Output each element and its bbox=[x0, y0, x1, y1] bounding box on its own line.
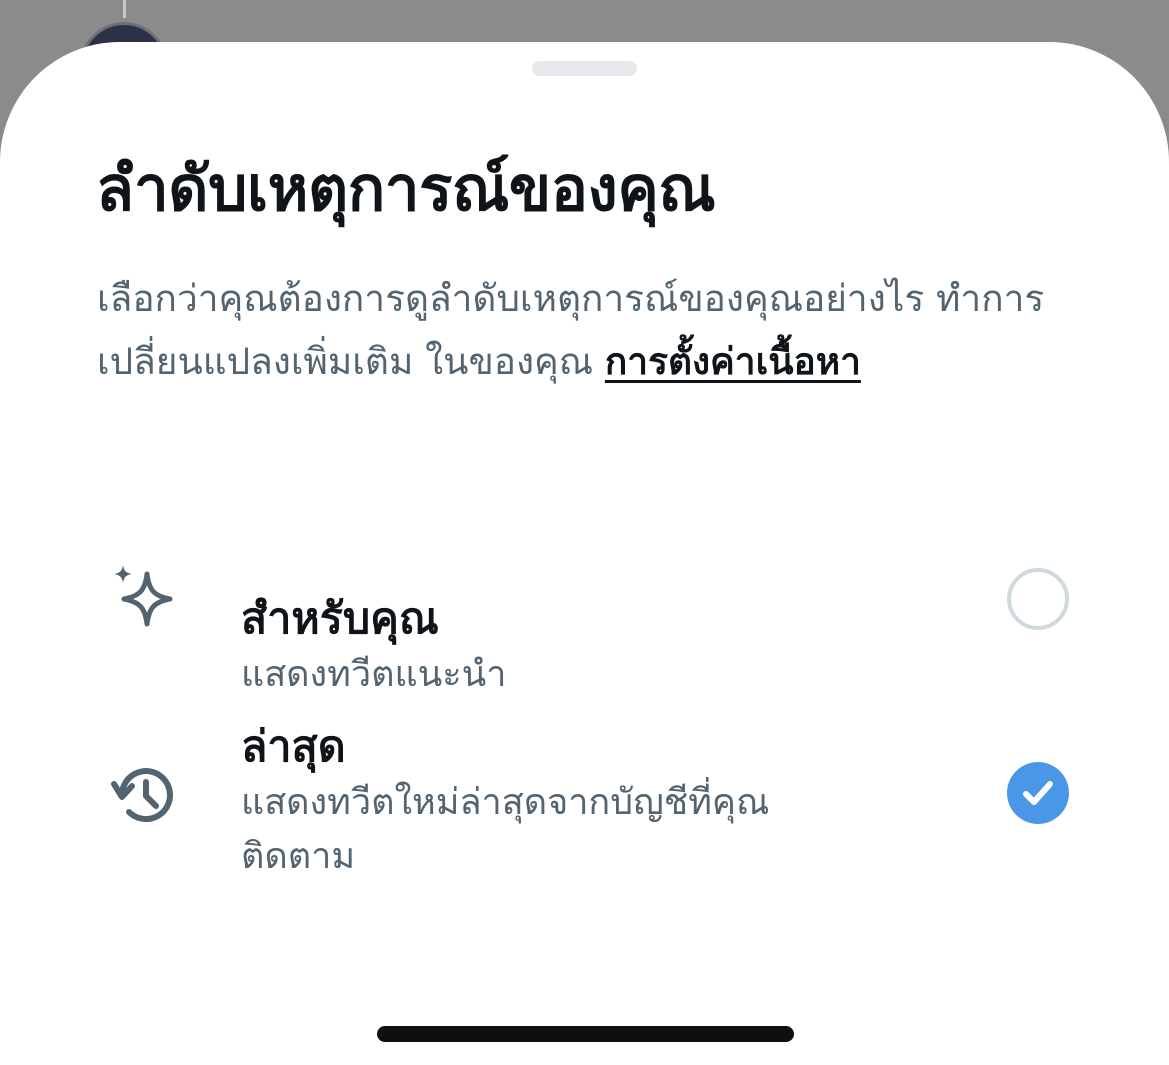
sparkle-icon bbox=[114, 565, 173, 627]
background-thread-line bbox=[123, 0, 126, 18]
option-for-you[interactable]: สำหรับคุณ แสดงทวีตแนะนำ bbox=[0, 542, 1169, 695]
description-text: เลือกว่าคุณต้องการดูลำดับเหตุการณ์ของคุณ… bbox=[97, 277, 1045, 383]
option-for-you-radio[interactable] bbox=[1007, 568, 1069, 630]
sheet-description: เลือกว่าคุณต้องการดูลำดับเหตุการณ์ของคุณ… bbox=[97, 267, 1057, 393]
sheet-title: ลำดับเหตุการณ์ของคุณ bbox=[96, 152, 716, 225]
content-settings-link[interactable]: การตั้งค่าเนื้อหา bbox=[605, 340, 861, 383]
option-for-you-subtitle: แสดงทวีตแนะนำ bbox=[241, 654, 507, 695]
option-latest-title: ล่าสุด bbox=[241, 722, 346, 772]
option-latest[interactable]: ล่าสุด แสดงทวีตใหม่ล่าสุดจากบัญชีที่คุณต… bbox=[0, 712, 1169, 892]
history-icon bbox=[111, 768, 173, 823]
home-indicator[interactable] bbox=[377, 1026, 794, 1042]
option-for-you-title: สำหรับคุณ bbox=[241, 594, 439, 644]
option-latest-radio[interactable] bbox=[1007, 762, 1069, 824]
timeline-bottom-sheet: ลำดับเหตุการณ์ของคุณ เลือกว่าคุณต้องการด… bbox=[0, 42, 1169, 1065]
option-latest-subtitle: แสดงทวีตใหม่ล่าสุดจากบัญชีที่คุณติดตาม bbox=[241, 782, 770, 877]
checkmark-icon bbox=[1023, 781, 1053, 805]
sheet-grabber-handle[interactable] bbox=[532, 61, 637, 76]
